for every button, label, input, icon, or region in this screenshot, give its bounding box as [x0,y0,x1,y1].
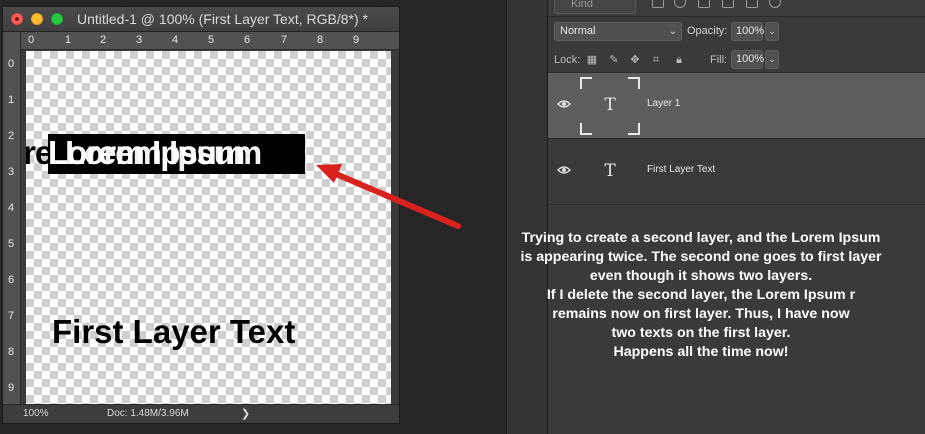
annotation-line: If I delete the second layer, the Lorem … [546,287,856,303]
annotation-line: is appearing twice. The second one goes … [520,249,882,265]
annotation-line: even though it shows two layers. [589,268,813,284]
annotation-text: Trying to create a second layer, and the… [470,229,925,362]
annotation-line: two texts on the first layer. [611,325,791,341]
annotation-line: remains now on first layer. Thus, I have… [552,306,850,322]
annotation-arrow [316,164,461,229]
arrow-shaft [333,171,461,229]
annotation-line: Trying to create a second layer, and the… [521,230,881,246]
annotation-line: Happens all the time now! [613,344,789,360]
